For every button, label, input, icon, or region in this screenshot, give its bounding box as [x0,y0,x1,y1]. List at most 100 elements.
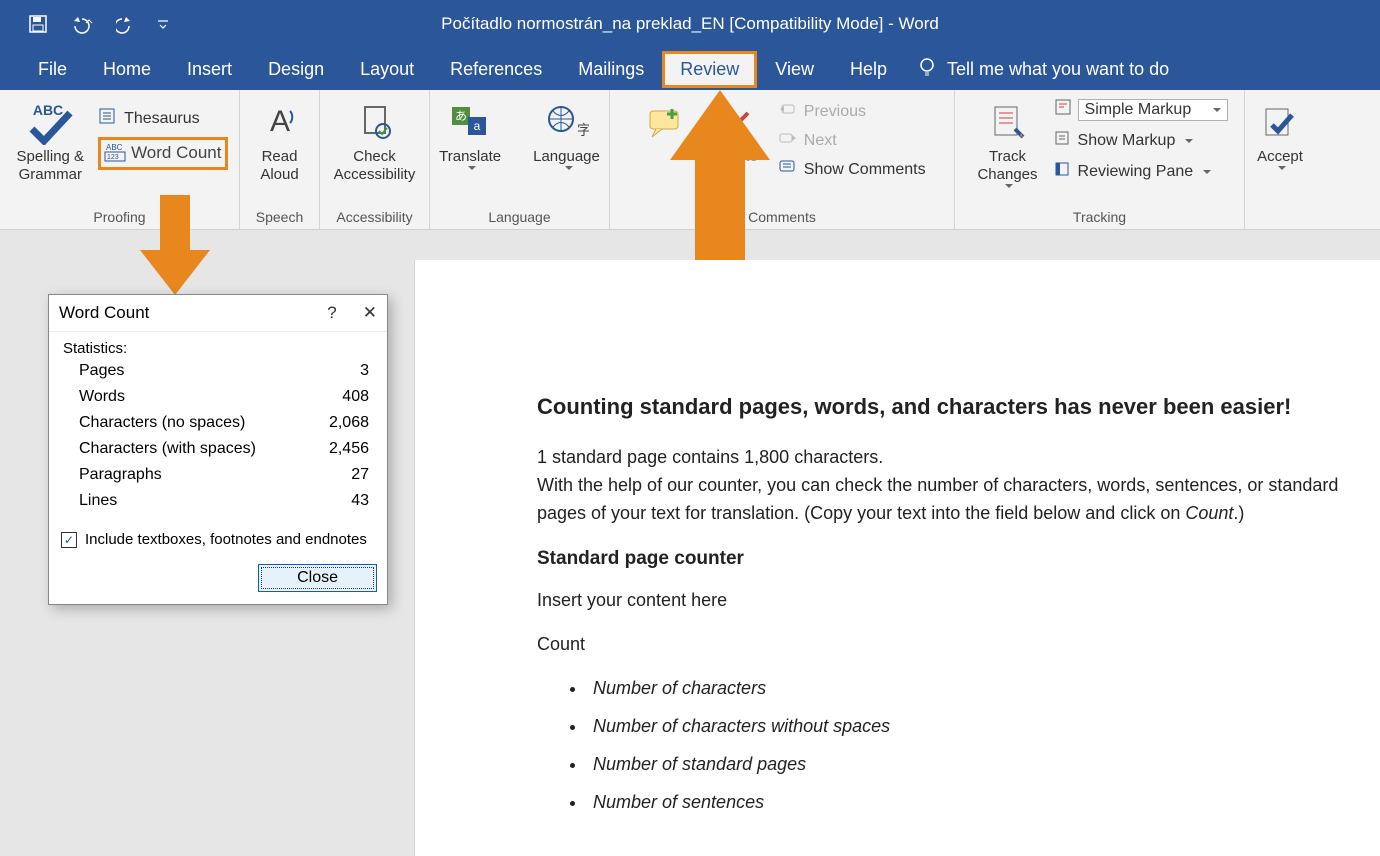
stat-pages-value: 3 [315,359,372,383]
statistics-heading: Statistics: [63,340,373,357]
accept-label: Accept [1257,148,1303,166]
menu-insert[interactable]: Insert [169,51,250,88]
tell-me[interactable]: Tell me what you want to do [917,57,1169,82]
show-markup-label: Show Markup [1078,132,1176,150]
menu-home[interactable]: Home [85,51,169,88]
show-comments-icon [778,158,798,181]
language-label: Language [533,148,600,166]
menu-design[interactable]: Design [250,51,342,88]
show-markup-icon [1054,129,1072,152]
accessibility-icon [355,98,395,148]
svg-text:123: 123 [107,154,119,161]
menubar: File Home Insert Design Layout Reference… [0,48,1380,90]
next-comment-label: Next [804,132,837,150]
markup-mode-value: Simple Markup [1085,101,1192,119]
stat-words-value: 408 [315,385,372,409]
dialog-help-icon[interactable]: ? [327,303,336,323]
stat-chars-space-value: 2,456 [315,437,372,461]
language-icon: 字 [545,98,589,148]
stat-chars-nospace-label: Characters (no spaces) [65,411,313,435]
show-comments-label: Show Comments [804,161,926,179]
thesaurus-icon [98,106,118,131]
previous-comment-icon [778,100,798,123]
translate-label: Translate [439,148,501,166]
svg-text:あ: あ [455,109,467,123]
proofing-group-label: Proofing [93,209,145,227]
accessibility-group-label: Accessibility [336,209,412,227]
speech-group-label: Speech [256,209,303,227]
menu-help[interactable]: Help [832,51,905,88]
spelling-grammar-button[interactable]: ABC Spelling & Grammar [11,96,91,186]
stat-words-label: Words [65,385,313,409]
stat-paragraphs-label: Paragraphs [65,463,313,487]
doc-list: Number of characters Number of character… [587,675,1356,817]
svg-text:a: a [474,119,481,133]
show-markup-button[interactable]: Show Markup [1054,129,1194,152]
stat-pages-label: Pages [65,359,313,383]
previous-comment-button[interactable]: Previous [778,100,866,123]
accept-icon [1260,98,1300,148]
menu-file[interactable]: File [20,51,85,88]
menu-layout[interactable]: Layout [342,51,432,88]
dialog-close-button[interactable]: Close [258,564,377,592]
thesaurus-label: Thesaurus [124,110,200,128]
word-count-icon: ABC 123 [103,140,127,165]
reviewing-pane-button[interactable]: Reviewing Pane [1054,160,1212,183]
doc-count: Count [537,631,1356,659]
read-aloud-button[interactable]: A Read Aloud [254,96,306,186]
stat-paragraphs-value: 27 [315,463,372,487]
dialog-title: Word Count [59,303,149,323]
doc-p1b-b: .) [1233,503,1244,523]
doc-subheading: Standard page counter [537,544,1356,573]
read-aloud-icon: A [260,98,300,148]
previous-comment-label: Previous [804,103,866,121]
include-textboxes-checkbox[interactable]: ✓ [61,532,77,548]
translate-button[interactable]: あa Translate [433,96,507,172]
doc-heading: Counting standard pages, words, and char… [537,390,1356,424]
svg-text:ABC: ABC [106,143,123,152]
language-button[interactable]: 字 Language [527,96,606,172]
menu-mailings[interactable]: Mailings [560,51,662,88]
next-comment-button[interactable]: Next [778,129,837,152]
markup-mode-icon [1054,98,1072,121]
tracking-group-label: Tracking [1073,209,1126,227]
lightbulb-icon [917,57,937,82]
reviewing-pane-icon [1054,160,1072,183]
show-comments-button[interactable]: Show Comments [778,158,926,181]
svg-text:A: A [269,105,289,138]
doc-p1b-count: Count [1185,503,1233,523]
menu-view[interactable]: View [757,51,832,88]
list-item: Number of sentences [587,789,1356,817]
document-area: Word Count ? ✕ Statistics: Pages 3 Words… [0,230,1380,856]
accept-button[interactable]: Accept [1251,96,1309,172]
stat-chars-nospace-value: 2,068 [315,411,372,435]
markup-mode-select[interactable]: Simple Markup [1054,98,1228,121]
doc-insert: Insert your content here [537,587,1356,615]
next-comment-icon [778,129,798,152]
doc-p1a: 1 standard page contains 1,800 character… [537,447,883,467]
language-group-label: Language [488,209,550,227]
word-count-button[interactable]: ABC 123 Word Count [98,137,228,170]
list-item: Number of standard pages [587,751,1356,779]
svg-text:字: 字 [577,122,589,138]
translate-icon: あa [448,98,492,148]
track-changes-button[interactable]: Track Changes [971,96,1043,190]
check-accessibility-button[interactable]: Check Accessibility [328,96,422,186]
stat-lines-value: 43 [315,489,372,513]
svg-text:ABC: ABC [33,102,63,118]
document-page[interactable]: Counting standard pages, words, and char… [415,260,1380,856]
titlebar: Počítadlo normostrán_na preklad_EN [Comp… [0,0,1380,48]
list-item: Number of characters without spaces [587,713,1356,741]
tell-me-label: Tell me what you want to do [947,59,1169,80]
stat-chars-space-label: Characters (with spaces) [65,437,313,461]
list-item: Number of characters [587,675,1356,703]
statistics-table: Pages 3 Words 408 Characters (no spaces)… [63,357,373,515]
menu-review[interactable]: Review [662,51,757,88]
dialog-close-icon[interactable]: ✕ [363,303,377,323]
reviewing-pane-label: Reviewing Pane [1078,163,1194,181]
stat-lines-label: Lines [65,489,313,513]
window-title: Počítadlo normostrán_na preklad_EN [Comp… [0,14,1380,34]
thesaurus-button[interactable]: Thesaurus [98,106,200,131]
word-count-label: Word Count [131,143,221,163]
menu-references[interactable]: References [432,51,560,88]
